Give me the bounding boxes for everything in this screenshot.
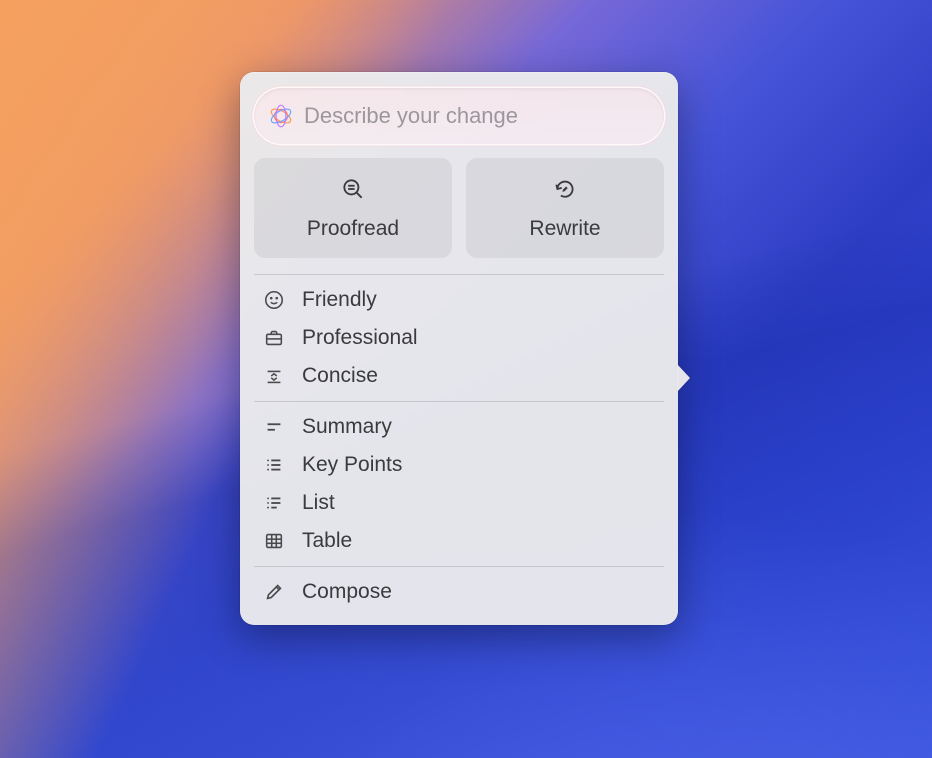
summary-item[interactable]: Summary	[252, 408, 666, 446]
rewrite-button[interactable]: Rewrite	[466, 158, 664, 258]
list-label: List	[302, 491, 335, 515]
compose-section: Compose	[252, 567, 666, 617]
primary-actions-row: Proofread Rewrite	[252, 158, 666, 274]
describe-change-input-container[interactable]	[254, 88, 664, 144]
concise-label: Concise	[302, 364, 378, 388]
table-icon	[262, 529, 286, 553]
compose-item[interactable]: Compose	[252, 573, 666, 611]
proofread-button[interactable]: Proofread	[254, 158, 452, 258]
key-points-icon	[262, 453, 286, 477]
professional-label: Professional	[302, 326, 418, 350]
key-points-item[interactable]: Key Points	[252, 446, 666, 484]
pencil-icon	[262, 580, 286, 604]
summary-label: Summary	[302, 415, 392, 439]
friendly-label: Friendly	[302, 288, 377, 312]
table-label: Table	[302, 529, 352, 553]
list-icon	[262, 491, 286, 515]
table-item[interactable]: Table	[252, 522, 666, 560]
rewrite-label: Rewrite	[529, 217, 600, 241]
proofread-icon	[340, 176, 366, 207]
summary-icon	[262, 415, 286, 439]
professional-item[interactable]: Professional	[252, 319, 666, 357]
proofread-label: Proofread	[307, 217, 399, 241]
compose-label: Compose	[302, 580, 392, 604]
smile-icon	[262, 288, 286, 312]
concise-item[interactable]: Concise	[252, 357, 666, 395]
list-item[interactable]: List	[252, 484, 666, 522]
friendly-item[interactable]: Friendly	[252, 281, 666, 319]
apple-intelligence-icon	[268, 103, 294, 129]
describe-change-input[interactable]	[304, 103, 650, 129]
popover-arrow	[677, 364, 690, 392]
format-section: Summary Key Points	[252, 402, 666, 566]
briefcase-icon	[262, 326, 286, 350]
tone-section: Friendly Professional Conci	[252, 275, 666, 401]
key-points-label: Key Points	[302, 453, 402, 477]
concise-icon	[262, 364, 286, 388]
rewrite-icon	[552, 176, 578, 207]
writing-tools-popover: Proofread Rewrite	[240, 72, 678, 625]
